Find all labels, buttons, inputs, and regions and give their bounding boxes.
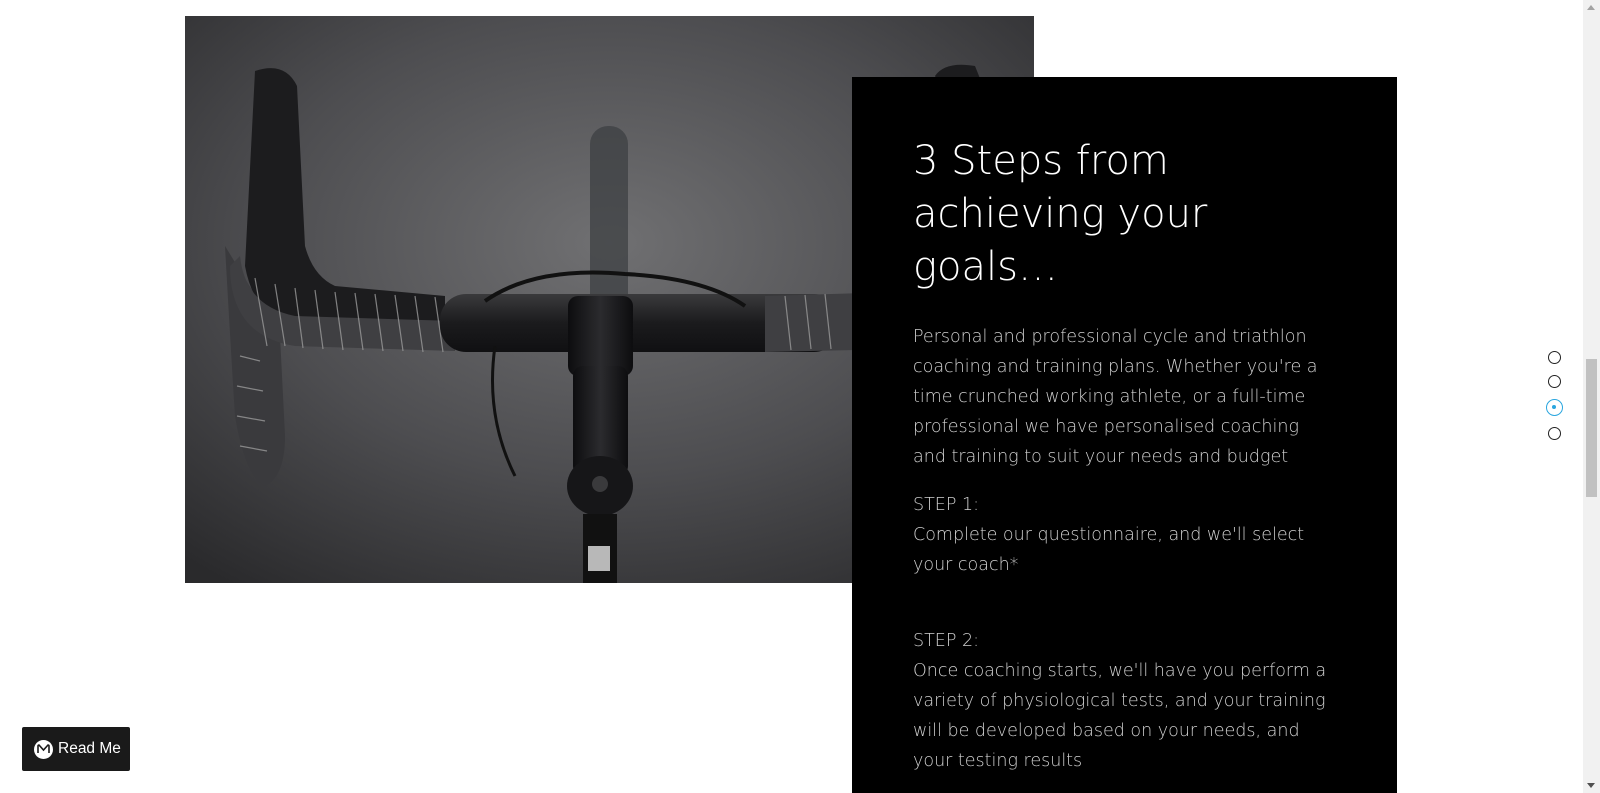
step-label: STEP 1: xyxy=(913,495,980,515)
read-me-button[interactable]: Read Me xyxy=(22,727,130,771)
nav-dot-4[interactable] xyxy=(1548,427,1561,440)
step-2: STEP 2: Once coaching starts, we'll have… xyxy=(913,626,1337,776)
scroll-up-arrow-icon[interactable] xyxy=(1587,5,1595,10)
section-dot-nav xyxy=(1546,351,1563,451)
read-me-label: Read Me xyxy=(58,740,121,757)
m-logo-icon xyxy=(34,739,53,759)
step-1: STEP 1: Complete our questionnaire, and … xyxy=(913,490,1337,580)
intro-paragraph: Personal and professional cycle and tria… xyxy=(913,327,1318,467)
scroll-thumb[interactable] xyxy=(1586,359,1597,497)
section-heading: 3 Steps from achieving your goals… xyxy=(913,138,1208,290)
nav-dot-3-active[interactable] xyxy=(1546,399,1563,416)
scroll-down-arrow-icon[interactable] xyxy=(1587,783,1595,788)
vertical-scrollbar[interactable] xyxy=(1583,0,1600,793)
nav-dot-1[interactable] xyxy=(1548,351,1561,364)
step-text: Complete our questionnaire, and we'll se… xyxy=(913,525,1305,575)
nav-dot-2[interactable] xyxy=(1548,375,1561,388)
content-card: 3 Steps from achieving your goals… Perso… xyxy=(852,77,1397,793)
step-label: STEP 2: xyxy=(913,631,980,651)
page: 3 Steps from achieving your goals… Perso… xyxy=(0,0,1600,793)
step-text: Once coaching starts, we'll have you per… xyxy=(913,661,1327,771)
